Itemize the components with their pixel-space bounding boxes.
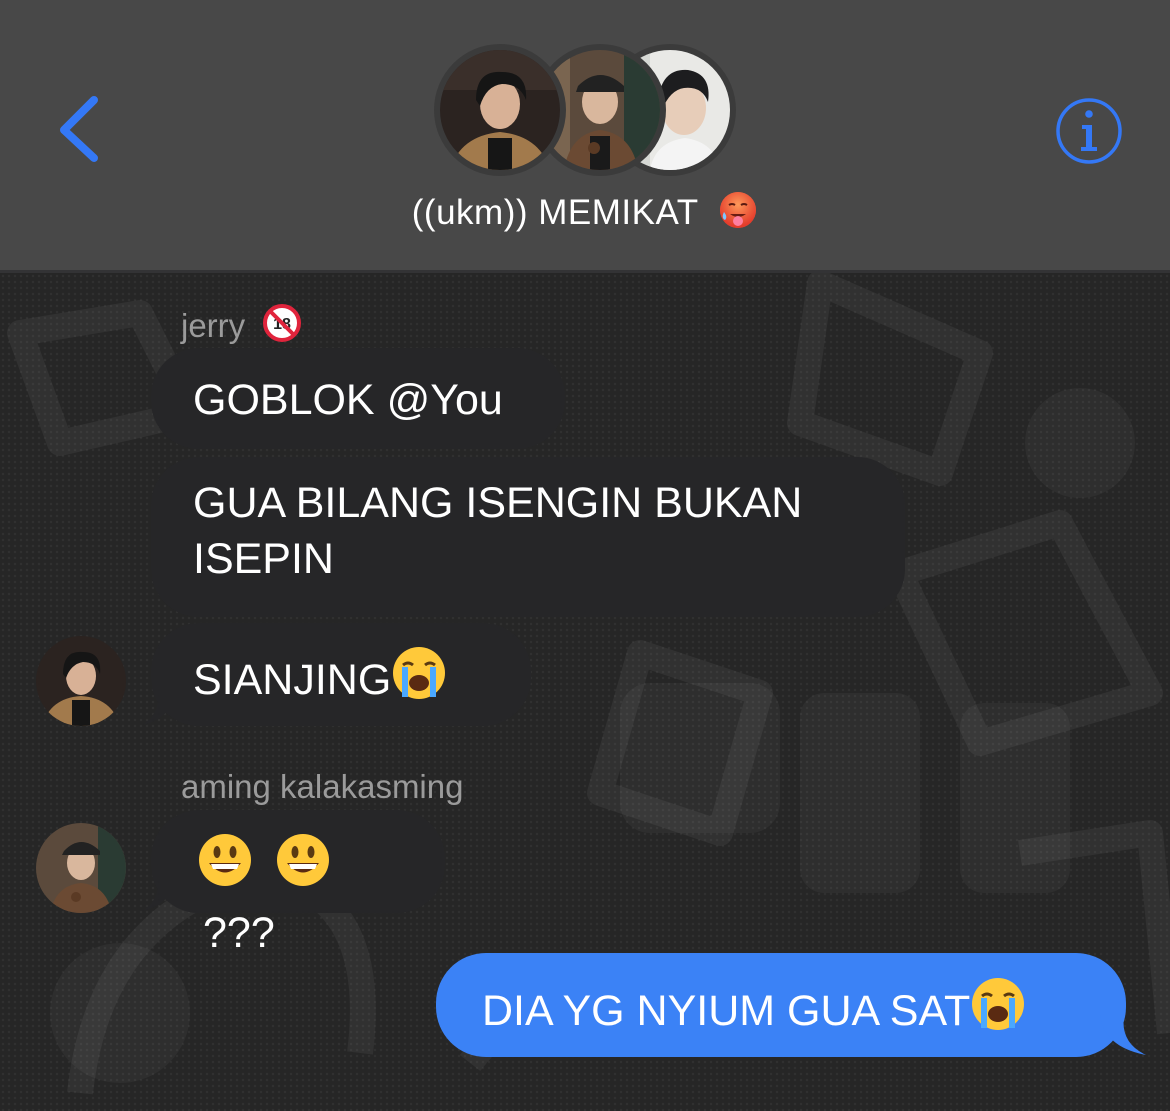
loudly-crying-face-emoji-icon — [970, 976, 1026, 1046]
sender-name-text: aming kalakasming — [181, 768, 464, 805]
message-text: SIANJING — [193, 656, 392, 704]
info-icon — [1056, 98, 1122, 164]
back-button[interactable] — [50, 92, 110, 172]
conversation-header: ((ukm)) MEMIKAT — [0, 0, 1170, 273]
bubble-tail — [1100, 1015, 1146, 1055]
outgoing-message-bubble[interactable]: DIA YG NYIUM GUA SAT — [436, 953, 1126, 1057]
bubble-tail — [142, 877, 174, 911]
sender-name-text: jerry — [181, 307, 246, 344]
message-text: DIA YG NYIUM GUA SAT — [482, 987, 971, 1035]
loudly-crying-face-emoji-icon — [391, 645, 447, 715]
group-title-text: ((ukm)) MEMIKAT — [411, 193, 698, 232]
group-avatars[interactable] — [434, 44, 744, 180]
incoming-message-bubble[interactable]: GUA BILANG ISENGIN BUKAN ISEPIN — [151, 457, 905, 617]
group-member-avatar — [434, 44, 566, 176]
no-one-under-18-emoji-icon: 18 — [262, 303, 302, 352]
incoming-message-bubble[interactable]: GOBLOK @You — [151, 348, 565, 449]
sender-name: aming kalakasming — [181, 767, 463, 807]
avatar-jerry[interactable] — [36, 636, 126, 726]
info-button[interactable] — [1055, 97, 1123, 165]
group-title[interactable]: ((ukm)) MEMIKAT — [0, 190, 1170, 239]
grinning-face-emoji-icon — [275, 832, 331, 902]
incoming-message-bubble[interactable]: SIANJING — [151, 623, 531, 726]
message-text: ??? — [203, 908, 275, 957]
hot-face-emoji-icon — [718, 190, 758, 239]
sender-name: jerry 18 — [181, 303, 302, 352]
message-text: GUA BILANG ISENGIN BUKAN ISEPIN — [193, 479, 803, 583]
avatar-aming[interactable] — [36, 823, 126, 913]
message-list[interactable]: jerry 18 GOBLOK @You GUA BILANG ISENGIN … — [0, 273, 1170, 1111]
grinning-face-emoji-icon — [197, 832, 253, 902]
chevron-left-icon — [60, 96, 98, 162]
bubble-tail — [142, 691, 174, 725]
incoming-message-bubble[interactable]: ??? — [151, 810, 445, 957]
message-text: GOBLOK @You — [193, 375, 503, 424]
